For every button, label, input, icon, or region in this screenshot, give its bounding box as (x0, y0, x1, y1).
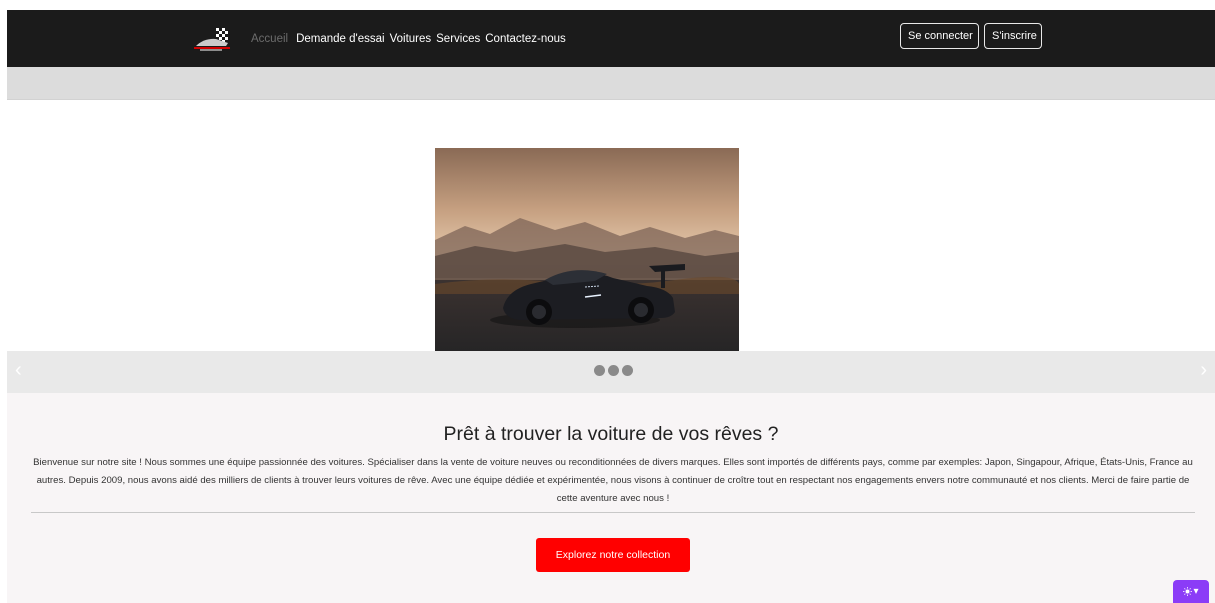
section-divider (31, 512, 1195, 513)
about-section: Prêt à trouver la voiture de vos rêves ?… (7, 393, 1215, 603)
nav-links: Accueil Demande d'essai Voitures Service… (251, 10, 571, 67)
car-photo (435, 148, 739, 351)
theme-toggle-button[interactable]: ▾ (1173, 580, 1209, 603)
explore-collection-button[interactable]: Explorez notre collection (536, 538, 690, 572)
about-text: Bienvenue sur notre site ! Nous sommes u… (33, 457, 1193, 504)
carousel-indicator-2[interactable] (608, 365, 619, 376)
navbar: Accueil Demande d'essai Voitures Service… (7, 10, 1215, 67)
login-button[interactable]: Se connecter (900, 23, 979, 49)
nav-link-voitures[interactable]: Voitures (390, 33, 432, 45)
carousel-indicator-1[interactable] (594, 365, 605, 376)
sun-icon (1183, 587, 1193, 596)
nav-link-contact[interactable]: Contactez-nous (485, 33, 566, 45)
nav-link-services[interactable]: Services (436, 33, 480, 45)
header-band (7, 67, 1215, 100)
carousel-slide-image (435, 148, 739, 351)
carousel-indicators (594, 365, 633, 376)
nav-link-accueil[interactable]: Accueil (251, 33, 288, 45)
carousel-prev-button[interactable]: ‹ (15, 359, 22, 382)
carousel-next-button[interactable]: › (1200, 359, 1207, 382)
brand-logo-icon[interactable] (192, 26, 234, 52)
signup-button[interactable]: S'inscrire (984, 23, 1042, 49)
carousel-indicator-3[interactable] (622, 365, 633, 376)
carousel-controls: ‹ › (7, 351, 1215, 393)
about-title: Prêt à trouver la voiture de vos rêves ? (443, 423, 779, 445)
chevron-down-icon: ▾ (1193, 586, 1199, 597)
nav-link-demande-essai[interactable]: Demande d'essai (296, 33, 385, 45)
